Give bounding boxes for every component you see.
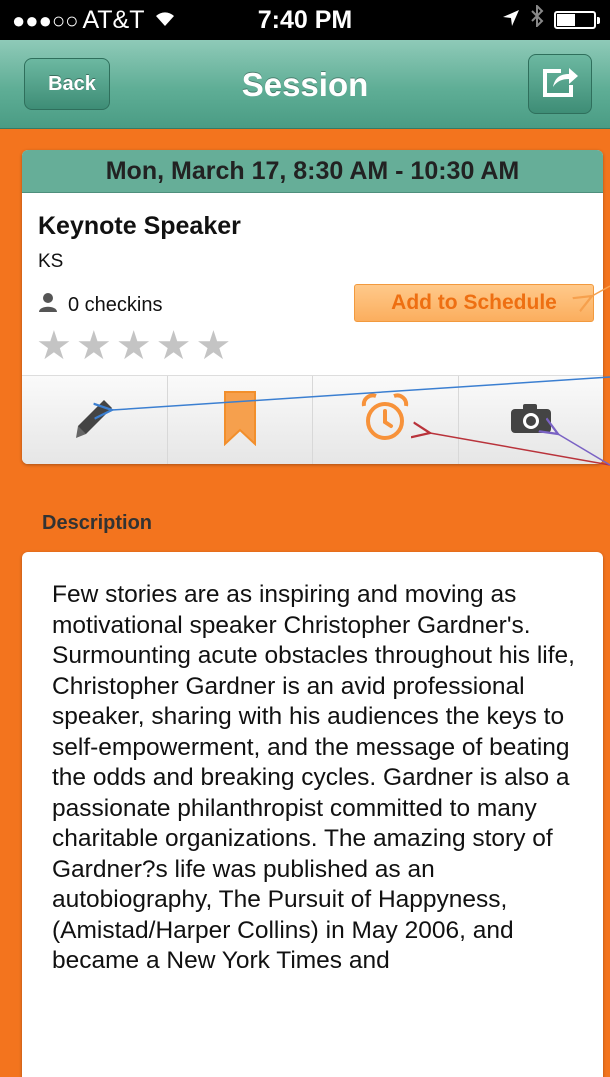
status-bar: ●●●○○ AT&T 7:40 PM xyxy=(0,0,610,40)
photo-button[interactable] xyxy=(459,376,604,464)
battery-icon xyxy=(554,10,600,29)
description-panel: Few stories are as inspiring and moving … xyxy=(22,552,603,1077)
reminder-button[interactable] xyxy=(313,376,459,464)
star-rating[interactable]: ★ ★ ★ ★ ★ xyxy=(36,326,231,366)
session-toolbar xyxy=(22,375,603,464)
star-icon[interactable]: ★ xyxy=(195,326,231,366)
camera-icon xyxy=(510,402,552,439)
notes-button[interactable] xyxy=(22,376,168,464)
checkins-count: 0 checkins xyxy=(68,293,163,316)
star-icon[interactable]: ★ xyxy=(36,326,72,366)
session-datetime: Mon, March 17, 8:30 AM - 10:30 AM xyxy=(22,150,603,193)
location-arrow-icon xyxy=(502,5,520,34)
description-text: Few stories are as inspiring and moving … xyxy=(52,581,575,974)
description-label: Description xyxy=(42,512,153,534)
status-icons xyxy=(502,3,600,34)
back-button-label: Back xyxy=(48,72,96,95)
share-icon xyxy=(541,65,579,104)
bookmark-button[interactable] xyxy=(168,376,313,464)
navigation-bar: Back Session xyxy=(0,40,610,129)
star-icon[interactable]: ★ xyxy=(76,326,112,366)
session-code: KS xyxy=(38,251,64,272)
session-card: Mon, March 17, 8:30 AM - 10:30 AM Keynot… xyxy=(22,150,603,464)
pencil-icon xyxy=(72,396,116,445)
session-title: Keynote Speaker xyxy=(38,212,241,240)
add-to-schedule-button[interactable]: Add to Schedule xyxy=(354,284,594,322)
checkins-row: 0 checkins xyxy=(38,292,163,318)
star-icon[interactable]: ★ xyxy=(116,326,152,366)
bluetooth-icon xyxy=(530,3,544,34)
share-button[interactable] xyxy=(528,54,592,114)
person-icon xyxy=(38,292,58,318)
star-icon[interactable]: ★ xyxy=(156,326,192,366)
alarm-icon xyxy=(359,392,411,449)
bookmark-icon xyxy=(223,390,257,451)
